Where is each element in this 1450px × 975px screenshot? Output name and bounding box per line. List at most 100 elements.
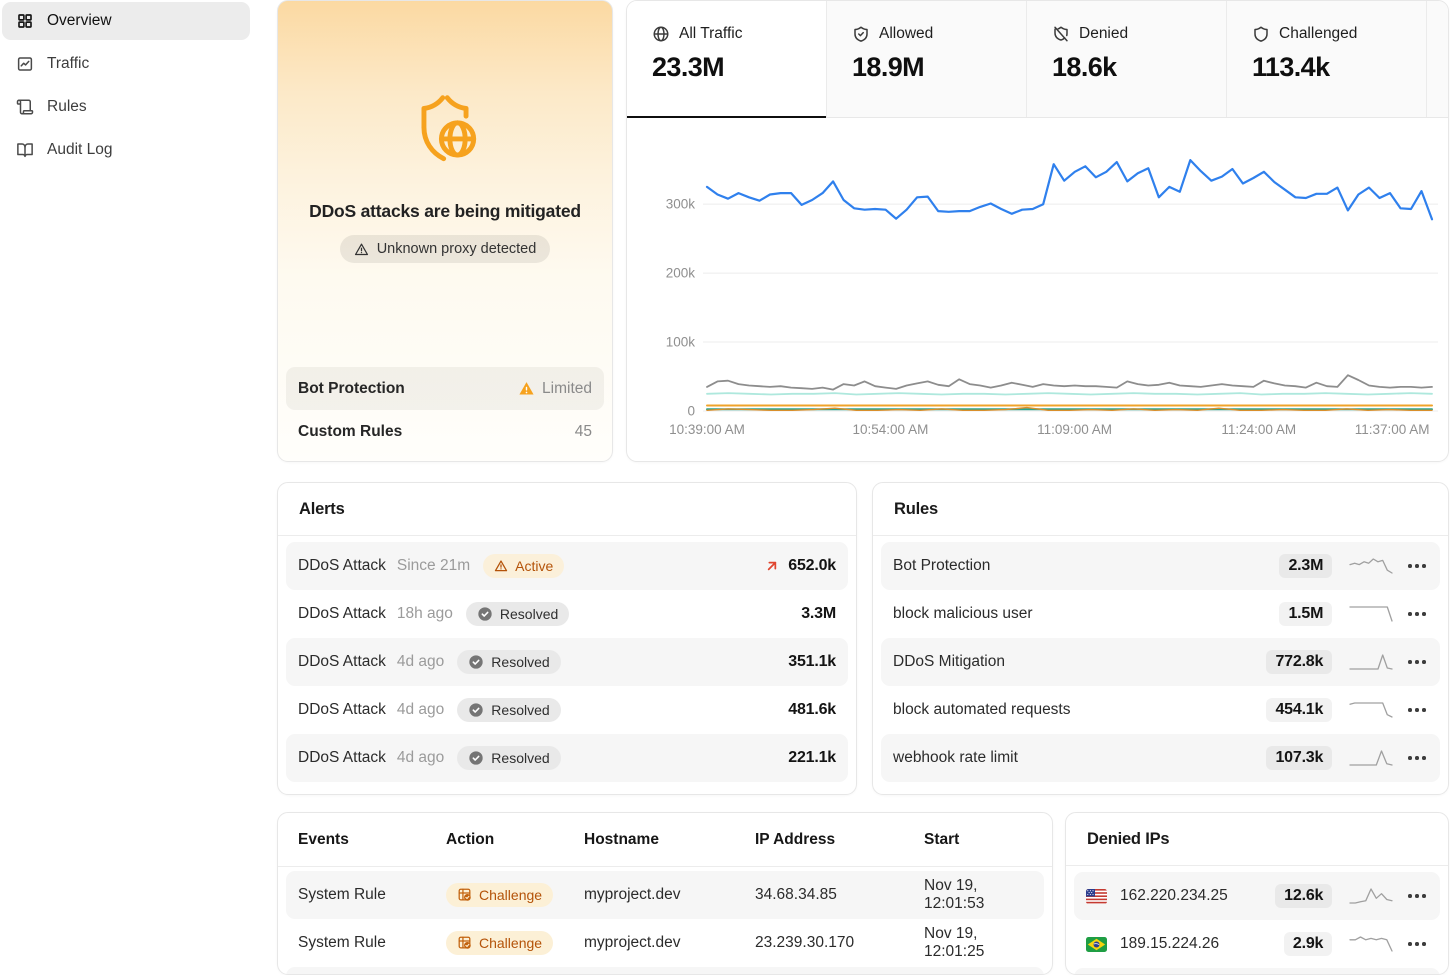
svg-text:11:37:00 AM: 11:37:00 AM <box>1355 422 1430 437</box>
rule-name: DDoS Mitigation <box>893 653 1005 671</box>
tab-partial[interactable] <box>1427 1 1448 117</box>
custom-rules-row[interactable]: Custom Rules 45 <box>286 410 604 453</box>
event-row-partial[interactable] <box>286 967 1044 975</box>
alerts-list: DDoS Attack Since 21m Active 652.0k <box>278 536 856 790</box>
status-badge-resolved: Resolved <box>457 746 560 770</box>
check-circle-icon <box>468 702 484 718</box>
alert-time: 4d ago <box>397 653 444 671</box>
row-menu-button[interactable] <box>1406 888 1428 904</box>
challenge-badge: Challenge <box>446 883 553 907</box>
shield-icon <box>1252 25 1270 43</box>
rule-row[interactable]: Bot Protection 2.3M <box>881 542 1440 590</box>
event-row[interactable]: System Rule Challenge myproject.d <box>286 871 1044 919</box>
sidebar-item-traffic[interactable]: Traffic <box>2 45 250 83</box>
row-menu-button[interactable] <box>1406 606 1428 622</box>
alert-row[interactable]: DDoS Attack 4d ago Resolved 221.1k <box>286 734 848 782</box>
sidebar-item-audit-log[interactable]: Audit Log <box>2 131 250 169</box>
sidebar-item-overview[interactable]: Overview <box>2 2 250 40</box>
row-menu-button[interactable] <box>1406 750 1428 766</box>
challenge-badge: Challenge <box>446 931 553 955</box>
alerts-title: Alerts <box>278 483 856 536</box>
alert-time: 4d ago <box>397 749 444 767</box>
rule-name: webhook rate limit <box>893 749 1018 767</box>
trend-up-arrow-icon <box>764 558 780 574</box>
warning-filled-icon <box>518 380 535 397</box>
alert-row[interactable]: DDoS Attack 4d ago Resolved 351.1k <box>286 638 848 686</box>
status-badge-resolved: Resolved <box>466 602 569 626</box>
events-table-body: System Rule Challenge myproject.d <box>278 867 1052 975</box>
row-menu-button[interactable] <box>1406 702 1428 718</box>
rule-name: block malicious user <box>893 605 1033 623</box>
warning-triangle-icon <box>494 559 508 573</box>
denied-ip-row-partial[interactable] <box>1074 968 1440 975</box>
events-card: Events Action Hostname IP Address Start … <box>277 812 1053 975</box>
events-table-header: Events Action Hostname IP Address Start <box>278 813 1052 867</box>
tab-all-traffic[interactable]: All Traffic 23.3M <box>627 1 827 117</box>
grid-icon <box>16 12 34 30</box>
tab-label: Allowed <box>879 25 933 43</box>
col-header-action: Action <box>446 831 584 849</box>
status-label: Resolved <box>500 606 558 622</box>
status-badge-active: Active <box>483 554 564 578</box>
rule-hit-count: 454.1k <box>1266 698 1332 722</box>
shield-off-icon <box>1052 25 1070 43</box>
denied-ip-row[interactable]: 189.15.224.26 2.9k <box>1074 920 1440 968</box>
rule-sparkline <box>1348 748 1394 768</box>
check-circle-icon <box>468 750 484 766</box>
rule-name: Bot Protection <box>893 557 990 575</box>
tab-challenged[interactable]: Challenged 113.4k <box>1227 1 1427 117</box>
svg-text:0: 0 <box>687 404 695 419</box>
sidebar-item-label: Rules <box>47 98 87 116</box>
event-row[interactable]: System Rule Challenge myproject.d <box>286 919 1044 967</box>
denied-ip-sparkline <box>1348 886 1394 906</box>
mitigation-hero: DDoS attacks are being mitigated Unknown… <box>278 1 612 263</box>
rule-sparkline <box>1348 604 1394 624</box>
alert-name: DDoS Attack <box>298 557 386 575</box>
check-circle-icon <box>468 654 484 670</box>
bot-protection-label: Bot Protection <box>298 380 405 398</box>
alert-value: 481.6k <box>788 701 836 719</box>
rule-row[interactable]: block automated requests 454.1k <box>881 686 1440 734</box>
alert-name: DDoS Attack <box>298 653 386 671</box>
rule-row[interactable]: webhook rate limit 107.3k <box>881 734 1440 782</box>
event-start: Nov 19, 12:01:25 <box>924 925 1032 961</box>
alert-row[interactable]: DDoS Attack 18h ago Resolved 3.3M <box>286 590 848 638</box>
action-label: Challenge <box>479 935 542 951</box>
tab-value: 18.6k <box>1052 52 1226 83</box>
tab-value: 113.4k <box>1252 52 1426 83</box>
row-menu-button[interactable] <box>1406 936 1428 952</box>
event-source: System Rule <box>298 886 446 904</box>
alert-row[interactable]: DDoS Attack 4d ago Resolved 481.6k <box>286 686 848 734</box>
row-menu-button[interactable] <box>1406 558 1428 574</box>
rule-row[interactable]: DDoS Mitigation 772.8k <box>881 638 1440 686</box>
firewall-dashboard: Overview Traffic Rules <box>0 0 1450 975</box>
tab-denied[interactable]: Denied 18.6k <box>1027 1 1227 117</box>
bot-protection-row[interactable]: Bot Protection Limited <box>286 367 604 410</box>
proxy-badge-label: Unknown proxy detected <box>377 241 537 257</box>
denied-ip-count: 2.9k <box>1284 932 1332 956</box>
event-ip: 23.239.30.170 <box>755 934 924 952</box>
traffic-chart: 0100k200k300k10:39:00 AM10:54:00 AM11:09… <box>627 118 1449 462</box>
tab-label: Challenged <box>1279 25 1357 43</box>
rule-row[interactable]: block malicious user 1.5M <box>881 590 1440 638</box>
tab-allowed[interactable]: Allowed 18.9M <box>827 1 1027 117</box>
warning-triangle-icon <box>354 242 369 257</box>
alert-time: Since 21m <box>397 557 470 575</box>
bot-protection-status: Limited <box>542 380 592 398</box>
custom-rules-label: Custom Rules <box>298 423 402 441</box>
status-label: Resolved <box>491 750 549 766</box>
alert-time: 4d ago <box>397 701 444 719</box>
alert-row[interactable]: DDoS Attack Since 21m Active 652.0k <box>286 542 848 590</box>
sidebar-item-rules[interactable]: Rules <box>2 88 250 126</box>
col-header-start: Start <box>924 831 1032 849</box>
event-hostname: myproject.dev <box>584 886 755 904</box>
sidebar-item-label: Overview <box>47 12 112 30</box>
tab-label: All Traffic <box>679 25 742 43</box>
col-header-ip: IP Address <box>755 831 924 849</box>
sidebar-item-label: Audit Log <box>47 141 113 159</box>
denied-ip-address: 189.15.224.26 <box>1120 935 1219 953</box>
denied-ip-row[interactable]: 162.220.234.25 12.6k <box>1074 872 1440 920</box>
status-label: Resolved <box>491 702 549 718</box>
custom-rules-count: 45 <box>575 423 592 441</box>
row-menu-button[interactable] <box>1406 654 1428 670</box>
